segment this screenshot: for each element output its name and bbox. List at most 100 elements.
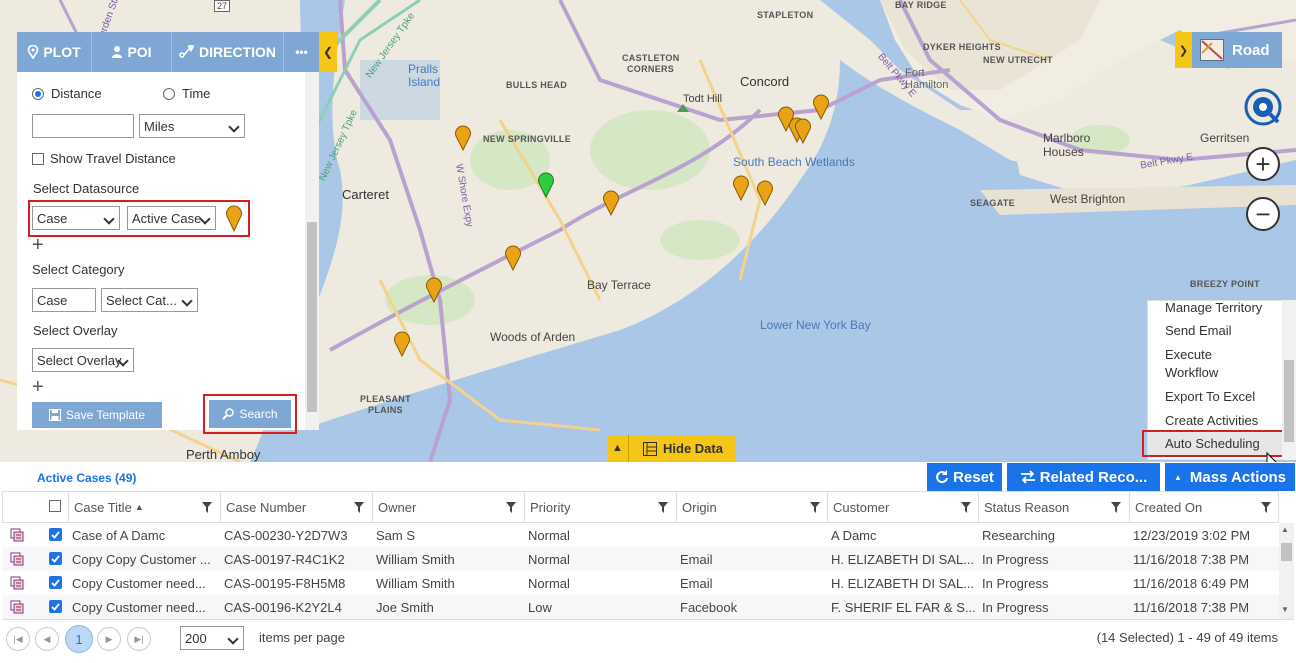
distance-radio[interactable]: Distance (32, 86, 102, 101)
collapse-panel-button[interactable]: ❮ (319, 32, 337, 72)
table-row[interactable]: Copy Customer need... CAS-00195-F8H5M8 W… (2, 571, 1279, 595)
save-template-button[interactable]: Save Template (32, 402, 162, 428)
case-pin[interactable] (602, 190, 620, 216)
select-all-checkbox[interactable] (49, 500, 61, 512)
table-row[interactable]: Copy Copy Customer ... CAS-00197-R4C1K2 … (2, 547, 1279, 571)
column-header-created-on[interactable]: Created On (1129, 492, 1279, 522)
show-travel-distance-checkbox[interactable]: Show Travel Distance (32, 151, 176, 166)
filter-icon[interactable] (810, 502, 820, 513)
page-size-select[interactable]: 200 (180, 626, 244, 650)
distance-input[interactable] (32, 114, 134, 138)
case-pin[interactable] (504, 245, 522, 271)
first-page-button[interactable]: |◀ (6, 627, 30, 651)
cell-case-title[interactable]: Copy Customer need... (67, 595, 219, 619)
record-icon[interactable] (10, 552, 26, 566)
column-header-customer[interactable]: Customer (827, 492, 979, 522)
unit-select[interactable]: Miles (139, 114, 245, 138)
chevron-left-icon: ❮ (322, 45, 334, 59)
record-icon[interactable] (10, 576, 26, 590)
cell-case-title[interactable]: Case of A Damc (67, 523, 219, 547)
map-label: Perth Amboy (186, 447, 261, 462)
row-checkbox[interactable] (49, 528, 62, 541)
prev-page-button[interactable]: ◀ (35, 627, 59, 651)
cell-customer: H. ELIZABETH DI SAL... (831, 575, 975, 591)
more-button[interactable]: ••• (284, 32, 319, 72)
time-label: Time (182, 86, 211, 101)
add-datasource-icon[interactable]: + (32, 235, 44, 255)
case-pin[interactable] (393, 331, 411, 357)
poi-button[interactable]: POI (92, 32, 172, 72)
road-map-button[interactable]: Road (1192, 32, 1282, 68)
menu-item-manage-territory[interactable]: Manage Territory (1165, 299, 1262, 317)
cell-case-number: CAS-00197-R4C1K2 (224, 551, 345, 567)
cell-status-reason: In Progress (982, 551, 1049, 567)
column-header-owner[interactable]: Owner (372, 492, 524, 522)
menu-item-export-to-excel[interactable]: Export To Excel (1165, 388, 1255, 406)
filter-icon[interactable] (961, 502, 971, 513)
menu-scrollbar[interactable] (1282, 300, 1296, 460)
cell-case-title[interactable]: Copy Copy Customer ... (67, 547, 219, 571)
column-header-status-reason[interactable]: Status Reason (978, 492, 1129, 522)
case-pin[interactable] (794, 118, 812, 144)
category-entity-field[interactable]: Case (32, 288, 96, 312)
row-checkbox[interactable] (49, 576, 62, 589)
page-1-button[interactable]: 1 (65, 625, 93, 653)
select-category-label: Select Category (32, 262, 125, 277)
column-header-origin[interactable]: Origin (676, 492, 828, 522)
row-checkbox[interactable] (49, 552, 62, 565)
current-location-pin[interactable] (537, 172, 555, 198)
table-icon (643, 441, 657, 456)
scroll-down-icon[interactable]: ▼ (1281, 605, 1289, 614)
case-pin[interactable] (756, 180, 774, 206)
time-radio[interactable]: Time (163, 86, 210, 101)
cell-created-on: 11/16/2018 7:38 PM (1133, 551, 1250, 567)
panel-scrollbar[interactable] (305, 72, 319, 430)
table-row[interactable]: Case of A Damc CAS-00230-Y2D7W3 Sam S No… (2, 523, 1279, 547)
menu-item-execute-workflow[interactable]: Execute Workflow (1165, 346, 1218, 382)
mass-actions-button[interactable]: ▲ Mass Actions (1165, 463, 1295, 491)
column-header-case-number[interactable]: Case Number (220, 492, 372, 522)
add-overlay-icon[interactable]: + (32, 377, 44, 397)
grid-scrollbar[interactable]: ▲ ▼ (1279, 523, 1294, 619)
filter-icon[interactable] (658, 502, 668, 513)
next-page-button[interactable]: ▶ (97, 627, 121, 651)
cell-case-title[interactable]: Copy Customer need... (67, 571, 219, 595)
category-select[interactable]: Select Cat... (101, 288, 198, 312)
reset-button[interactable]: Reset (927, 463, 1002, 491)
table-row[interactable]: Copy Customer need... CAS-00196-K2Y2L4 J… (2, 595, 1279, 619)
filter-icon[interactable] (1111, 502, 1121, 513)
case-pin[interactable] (454, 125, 472, 151)
filter-icon[interactable] (202, 502, 212, 513)
column-header-priority[interactable]: Priority (524, 492, 676, 522)
plus-icon: + (1255, 149, 1271, 179)
cell-priority: Normal (528, 551, 570, 567)
overlay-select[interactable]: Select Overlay (32, 348, 134, 372)
poi-label: POI (127, 44, 152, 60)
last-page-button[interactable]: ▶| (127, 627, 151, 651)
map-label: Pralls Island (408, 62, 441, 89)
case-pin[interactable] (425, 277, 443, 303)
menu-item-create-activities[interactable]: Create Activities (1165, 412, 1258, 430)
column-header-case-title[interactable]: Case Title ▲ (68, 492, 220, 522)
zoom-out-button[interactable]: − (1246, 197, 1280, 231)
minus-icon: − (1255, 199, 1271, 229)
plot-button[interactable]: PLOT (17, 32, 92, 72)
case-pin[interactable] (812, 94, 830, 120)
related-records-button[interactable]: Related Reco... (1007, 463, 1160, 491)
case-pin[interactable] (732, 175, 750, 201)
map-type-collapse-button[interactable]: ❯ (1175, 32, 1192, 68)
map-label: BULLS HEAD (506, 80, 567, 90)
menu-item-send-email[interactable]: Send Email (1165, 322, 1231, 340)
map-label: Concord (740, 74, 790, 89)
hide-data-bar[interactable]: ▲ Hide Data (607, 435, 736, 462)
select-overlay-label: Select Overlay (33, 323, 118, 338)
zoom-in-button[interactable]: + (1246, 147, 1280, 181)
scroll-up-icon[interactable]: ▲ (1281, 525, 1289, 534)
filter-icon[interactable] (506, 502, 516, 513)
row-checkbox[interactable] (49, 600, 62, 613)
filter-icon[interactable] (354, 502, 364, 513)
filter-icon[interactable] (1261, 502, 1271, 513)
record-icon[interactable] (10, 600, 26, 614)
direction-button[interactable]: DIRECTION (172, 32, 284, 72)
record-icon[interactable] (10, 528, 26, 542)
